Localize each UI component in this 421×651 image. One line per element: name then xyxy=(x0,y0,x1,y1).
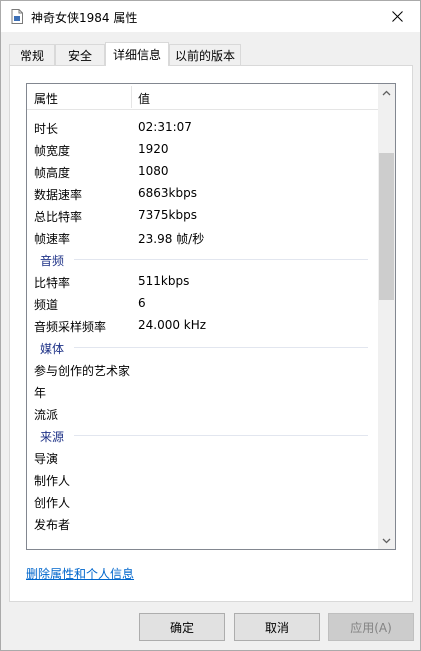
group-label: 媒体 xyxy=(40,342,65,356)
scroll-up-button[interactable] xyxy=(378,84,395,101)
header-property[interactable]: 属性 xyxy=(34,90,58,107)
property-name: 年 xyxy=(34,386,47,400)
details-panel: 属性 值 时长 02:31:07 帧宽度 1920 帧高度 1080 数据速率 6863kbp… xyxy=(9,65,413,602)
property-row[interactable]: 创作人 xyxy=(27,490,378,512)
property-name: 发布者 xyxy=(34,518,71,532)
property-row[interactable]: 数据速率 6863kbps xyxy=(27,182,378,204)
group-header[interactable]: 来源 xyxy=(27,424,378,446)
property-value: 24.000 kHz xyxy=(138,318,207,332)
group-label: 音频 xyxy=(40,254,65,268)
property-value: 1920 xyxy=(138,142,169,156)
close-button[interactable] xyxy=(375,1,420,32)
property-name: 音频采样频率 xyxy=(34,320,107,334)
tab-previous-versions[interactable]: 以前的版本 xyxy=(169,44,241,65)
property-row[interactable]: 帧宽度 1920 xyxy=(27,138,378,160)
close-icon xyxy=(392,11,403,22)
property-name: 比特率 xyxy=(34,276,71,290)
list-header: 属性 值 xyxy=(27,84,378,110)
property-row[interactable]: 比特率 511kbps xyxy=(27,270,378,292)
property-row[interactable]: 参与创作的艺术家 xyxy=(27,358,378,380)
property-name: 参与创作的艺术家 xyxy=(34,364,131,378)
property-row[interactable]: 音频采样频率 24.000 kHz xyxy=(27,314,378,336)
property-name: 时长 xyxy=(34,122,59,136)
property-list[interactable]: 属性 值 时长 02:31:07 帧宽度 1920 帧高度 1080 数据速率 6863kbp… xyxy=(26,83,396,550)
property-row[interactable]: 制作人 xyxy=(27,468,378,490)
property-row[interactable]: 年 xyxy=(27,380,378,402)
apply-button[interactable]: 应用(A) xyxy=(328,613,414,641)
chevron-up-icon xyxy=(382,90,391,95)
properties-window: 神奇女侠1984 属性 常规 安全 详细信息 以前的版本 属性 值 时长 02:3… xyxy=(0,0,421,651)
group-label: 来源 xyxy=(40,430,65,444)
property-name: 导演 xyxy=(34,452,59,466)
property-name: 制作人 xyxy=(34,474,71,488)
group-divider xyxy=(74,347,368,348)
tab-details[interactable]: 详细信息 xyxy=(105,42,169,66)
property-value: 02:31:07 xyxy=(138,120,192,134)
tab-security[interactable]: 安全 xyxy=(55,44,105,65)
property-name: 频道 xyxy=(34,298,59,312)
property-row[interactable]: 频道 6 xyxy=(27,292,378,314)
scroll-down-button[interactable] xyxy=(378,532,395,549)
property-value: 511kbps xyxy=(138,274,190,288)
ok-button[interactable]: 确定 xyxy=(139,613,225,641)
property-row[interactable]: 总比特率 7375kbps xyxy=(27,204,378,226)
property-row[interactable]: 帧速率 23.98 帧/秒 xyxy=(27,226,378,248)
header-value[interactable]: 值 xyxy=(138,90,150,107)
tab-general[interactable]: 常规 xyxy=(9,44,55,65)
property-row[interactable]: 流派 xyxy=(27,402,378,424)
group-divider xyxy=(74,259,368,260)
property-row[interactable]: 导演 xyxy=(27,446,378,468)
property-value: 1080 xyxy=(138,164,169,178)
vertical-scrollbar[interactable] xyxy=(378,84,395,549)
window-title: 神奇女侠1984 属性 xyxy=(31,11,138,25)
title-bar[interactable]: 神奇女侠1984 属性 xyxy=(1,1,420,32)
remove-properties-link[interactable]: 删除属性和个人信息 xyxy=(26,565,134,582)
property-value: 6863kbps xyxy=(138,186,197,200)
group-header[interactable]: 媒体 xyxy=(27,336,378,358)
file-icon xyxy=(11,9,23,24)
property-name: 帧宽度 xyxy=(34,144,71,158)
property-row[interactable]: 发布者 xyxy=(27,512,378,534)
property-name: 帧速率 xyxy=(34,232,71,246)
property-name: 帧高度 xyxy=(34,166,71,180)
property-value: 6 xyxy=(138,296,146,310)
property-value: 23.98 帧/秒 xyxy=(138,232,205,246)
property-row[interactable]: 时长 02:31:07 xyxy=(27,116,378,138)
group-header[interactable]: 音频 xyxy=(27,248,378,270)
scrollbar-thumb[interactable] xyxy=(379,153,394,300)
cancel-button[interactable]: 取消 xyxy=(234,613,320,641)
group-divider xyxy=(74,435,368,436)
property-name: 流派 xyxy=(34,408,59,422)
property-name: 创作人 xyxy=(34,496,71,510)
property-row[interactable]: 帧高度 1080 xyxy=(27,160,378,182)
property-name: 总比特率 xyxy=(34,210,83,224)
property-name: 数据速率 xyxy=(34,188,83,202)
chevron-down-icon xyxy=(382,538,391,543)
property-value: 7375kbps xyxy=(138,208,197,222)
header-divider[interactable] xyxy=(131,86,132,108)
